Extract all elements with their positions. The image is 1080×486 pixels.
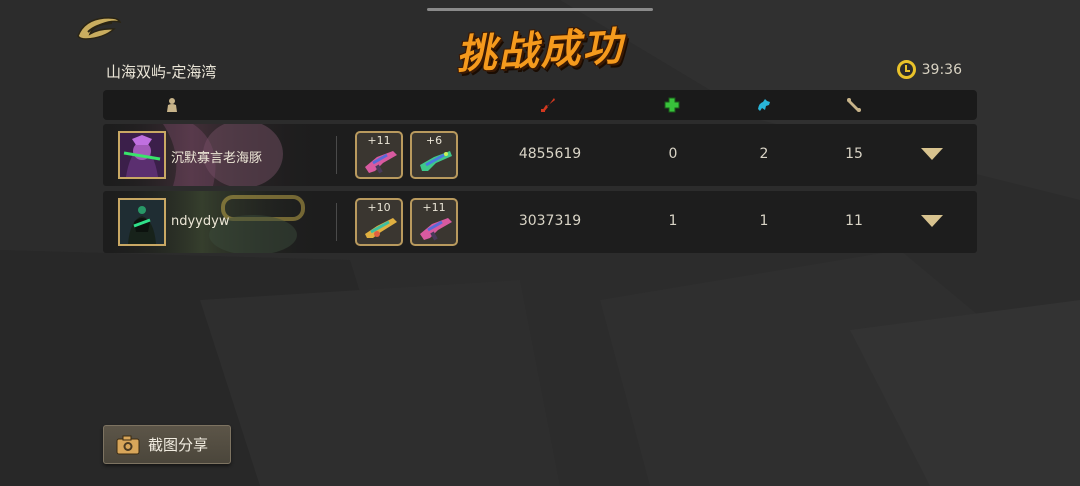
downed-count: 1 xyxy=(759,213,769,229)
downed-icon xyxy=(758,99,770,111)
pink-rifle-icon xyxy=(365,151,397,174)
revive-icon xyxy=(664,97,680,113)
rescue-count: 15 xyxy=(845,146,863,162)
player-row-2[interactable]: ndyydyw +10 +11 3037319 1 1 11 xyxy=(103,191,977,253)
stats-table-header xyxy=(103,90,977,120)
map-name: 山海双屿-定海湾 xyxy=(106,63,217,81)
player-name: 沉默寡言老海豚 xyxy=(171,151,263,166)
golden-rifle-icon xyxy=(365,218,397,238)
player-name: ndyydyw xyxy=(171,214,230,229)
share-label: 截图分享 xyxy=(148,436,209,454)
rescue-count: 11 xyxy=(845,213,863,229)
expand-chevron-icon[interactable] xyxy=(921,148,943,160)
divider xyxy=(336,203,337,241)
downed-count: 2 xyxy=(759,146,769,162)
revive-count: 0 xyxy=(668,146,678,162)
clock-icon xyxy=(896,60,916,79)
avatar[interactable] xyxy=(118,131,166,179)
timer-text: 39:36 xyxy=(921,61,962,78)
divider xyxy=(336,136,337,174)
pink-rifle-icon xyxy=(420,218,452,241)
screenshot-share-button[interactable]: 截图分享 xyxy=(103,425,231,464)
camera-icon xyxy=(116,435,140,454)
damage-value: 3037319 xyxy=(518,213,582,229)
weapon-level: +11 xyxy=(367,134,391,147)
drag-handle[interactable] xyxy=(427,8,653,11)
damage-icon xyxy=(541,98,555,112)
weapon-level: +11 xyxy=(422,201,446,214)
weapon-slot[interactable]: +10 xyxy=(355,198,403,246)
challenge-success-title: 挑战成功 xyxy=(455,23,626,79)
weapon-level: +10 xyxy=(367,201,391,214)
avatar[interactable] xyxy=(118,198,166,246)
player-row-1[interactable]: 沉默寡言老海豚 +11 +6 4855619 0 2 15 xyxy=(103,124,977,186)
revive-count: 1 xyxy=(668,213,678,229)
damage-value: 4855619 xyxy=(518,146,582,162)
green-rifle-icon xyxy=(420,151,452,171)
weapon-slot[interactable]: +6 xyxy=(410,131,458,179)
game-logo-icon[interactable] xyxy=(74,12,122,42)
weapon-slot[interactable]: +11 xyxy=(355,131,403,179)
rescue-icon xyxy=(847,98,861,112)
weapon-level: +6 xyxy=(425,134,443,147)
match-timer: 39:36 xyxy=(896,60,962,79)
expand-chevron-icon[interactable] xyxy=(921,215,943,227)
weapon-slot[interactable]: +11 xyxy=(410,198,458,246)
player-icon xyxy=(167,98,177,112)
